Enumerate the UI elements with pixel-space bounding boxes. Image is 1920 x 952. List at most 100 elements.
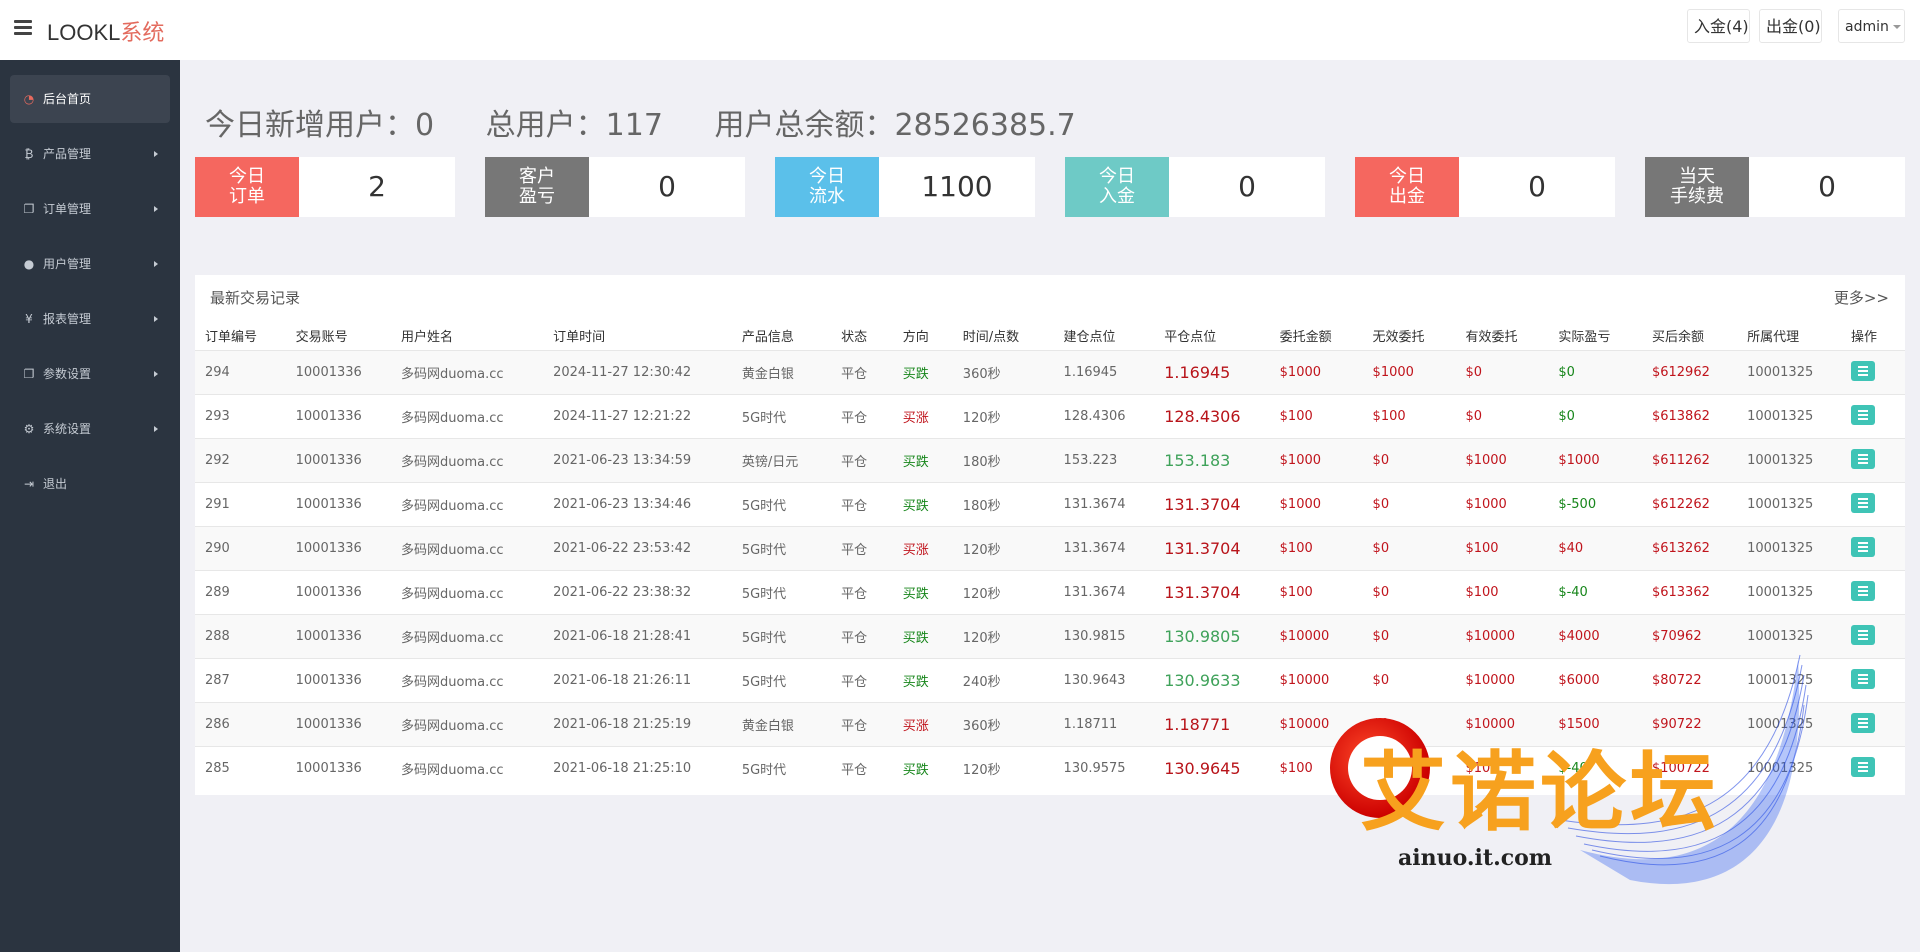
table-cell: 5G时代 (731, 570, 832, 615)
view-detail-button[interactable] (1850, 712, 1875, 733)
column-header: 状态 (841, 329, 868, 345)
table-cell: 买跌 (892, 658, 953, 703)
table-row: 287 10001336 多码网duoma.cc 2021-06-18 21:26:1… (195, 658, 1905, 703)
table-cell: 131.3674 (1053, 482, 1155, 527)
stat-card: 当天 手续费 0 (1645, 157, 1905, 217)
sidebar-item-6[interactable]: ⚙ 系统设置 (10, 405, 170, 453)
table-cell: $100 (1362, 394, 1456, 439)
table-cell: $100 (1269, 746, 1363, 790)
brand-logo: LOOKL系统 (47, 20, 165, 45)
sidebar-item-4[interactable]: ¥ 报表管理 (10, 295, 170, 343)
table-cell: $613362 (1641, 570, 1738, 615)
stat-label-line2: 出金 (1389, 186, 1425, 207)
view-detail-button[interactable] (1850, 668, 1875, 689)
table-cell: $0 (1548, 394, 1642, 439)
table-cell: 10001325 (1737, 658, 1841, 703)
table-cell: 平仓 (831, 746, 893, 790)
table-cell: 10001325 (1737, 570, 1841, 615)
gears-icon: ⚙ (23, 422, 35, 436)
table-cell: 10001325 (1737, 394, 1841, 439)
table-cell: 360秒 (952, 350, 1054, 395)
view-detail-button[interactable] (1850, 536, 1875, 557)
table-cell: $100 (1269, 570, 1363, 615)
table-cell: $613262 (1641, 526, 1738, 571)
sidebar-item-label: 系统设置 (43, 422, 92, 436)
sidebar-item-label: 退出 (43, 477, 68, 491)
table-cell: 平仓 (831, 702, 893, 747)
table-cell: 1.16945 (1154, 350, 1270, 395)
user-menu-button[interactable]: admin (1838, 9, 1905, 43)
stat-label: 当天 手续费 (1645, 157, 1749, 217)
stat-label: 今日 入金 (1065, 157, 1169, 217)
table-cell: 130.9805 (1154, 614, 1270, 659)
table-cell: 130.9643 (1053, 658, 1155, 703)
column-header: 交易账号 (295, 329, 348, 345)
table-cell: 买跌 (892, 746, 953, 790)
table-cell: $612262 (1641, 482, 1738, 527)
bitcoin-icon: ₿ (24, 147, 34, 161)
copy-icon: ❐ (23, 202, 35, 216)
deposit-button[interactable]: 入金(4) (1687, 9, 1750, 43)
sidebar-item-2[interactable]: ❐ 订单管理 (10, 185, 170, 233)
table-cell: $-40 (1548, 570, 1642, 615)
withdraw-button[interactable]: 出金(0) (1759, 9, 1822, 43)
sidebar-item-5[interactable]: ❐ 参数设置 (10, 350, 170, 398)
sidebar-item-3[interactable]: ● 用户管理 (10, 240, 170, 288)
table-cell: 131.3704 (1154, 526, 1270, 571)
table-cell: 多码网duoma.cc (391, 526, 544, 571)
sidebar-item-label: 参数设置 (43, 367, 92, 381)
table-cell: 多码网duoma.cc (391, 438, 544, 483)
table-cell: 10001336 (285, 746, 392, 790)
table-cell: 平仓 (831, 658, 893, 703)
table-body: 294 10001336 多码网duoma.cc 2024-11-27 12:30:4… (195, 350, 1905, 790)
table-cell: 120秒 (952, 614, 1054, 659)
stat-label-line2: 入金 (1099, 186, 1135, 207)
table-cell: 130.9815 (1053, 614, 1155, 659)
column-header: 委托金额 (1279, 329, 1332, 345)
view-detail-button[interactable] (1850, 624, 1875, 645)
table-cell: 180秒 (952, 482, 1054, 527)
table-cell: 2021-06-18 21:26:11 (543, 658, 732, 703)
user-icon: ● (23, 257, 35, 271)
table-row: 286 10001336 多码网duoma.cc 2021-06-18 21:25:1… (195, 702, 1905, 747)
table-cell: 5G时代 (731, 746, 832, 790)
stat-value: 0 (1528, 170, 1546, 203)
table-cell: $40 (1548, 526, 1642, 571)
stat-value: 0 (1818, 170, 1836, 203)
table-cell: 120秒 (952, 570, 1054, 615)
table-cell: $0 (1362, 482, 1456, 527)
table-cell: 5G时代 (731, 526, 832, 571)
table-cell: $1000 (1269, 482, 1363, 527)
table-cell: $1000 (1455, 482, 1549, 527)
table-cell: $1500 (1548, 702, 1642, 747)
chevron-right-icon (154, 151, 158, 157)
table-cell: $613862 (1641, 394, 1738, 439)
table-cell: 2021-06-23 13:34:46 (543, 482, 732, 527)
sidebar-item-1[interactable]: ₿ 产品管理 (10, 130, 170, 178)
view-detail-button[interactable] (1850, 404, 1875, 425)
table-cell: $10000 (1269, 702, 1363, 747)
view-detail-button[interactable] (1850, 492, 1875, 513)
more-link[interactable]: 更多>> (1834, 287, 1889, 308)
sidebar-item-0[interactable]: ◔ 后台首页 (10, 75, 170, 123)
stat-card: 今日 流水 1100 (775, 157, 1035, 217)
sidebar-item-7[interactable]: ⇥ 退出 (10, 460, 170, 508)
table-cell: 2021-06-22 23:38:32 (543, 570, 732, 615)
view-detail-button[interactable] (1850, 448, 1875, 469)
table-cell (1840, 570, 1905, 615)
table-cell: 5G时代 (731, 394, 832, 439)
menu-toggle-icon[interactable] (14, 20, 32, 35)
table-cell: $10000 (1455, 702, 1549, 747)
table-cell: $0 (1362, 526, 1456, 571)
view-detail-button[interactable] (1850, 756, 1875, 777)
table-cell (1840, 526, 1905, 571)
table-cell: 10001336 (285, 658, 392, 703)
chevron-right-icon (154, 261, 158, 267)
table-cell: 平仓 (831, 614, 893, 659)
table-cell (1840, 658, 1905, 703)
view-detail-button[interactable] (1850, 580, 1875, 601)
table-cell: 240秒 (952, 658, 1054, 703)
table-cell: 多码网duoma.cc (391, 482, 544, 527)
table-cell: 1.18711 (1053, 702, 1155, 747)
view-detail-button[interactable] (1850, 360, 1875, 381)
